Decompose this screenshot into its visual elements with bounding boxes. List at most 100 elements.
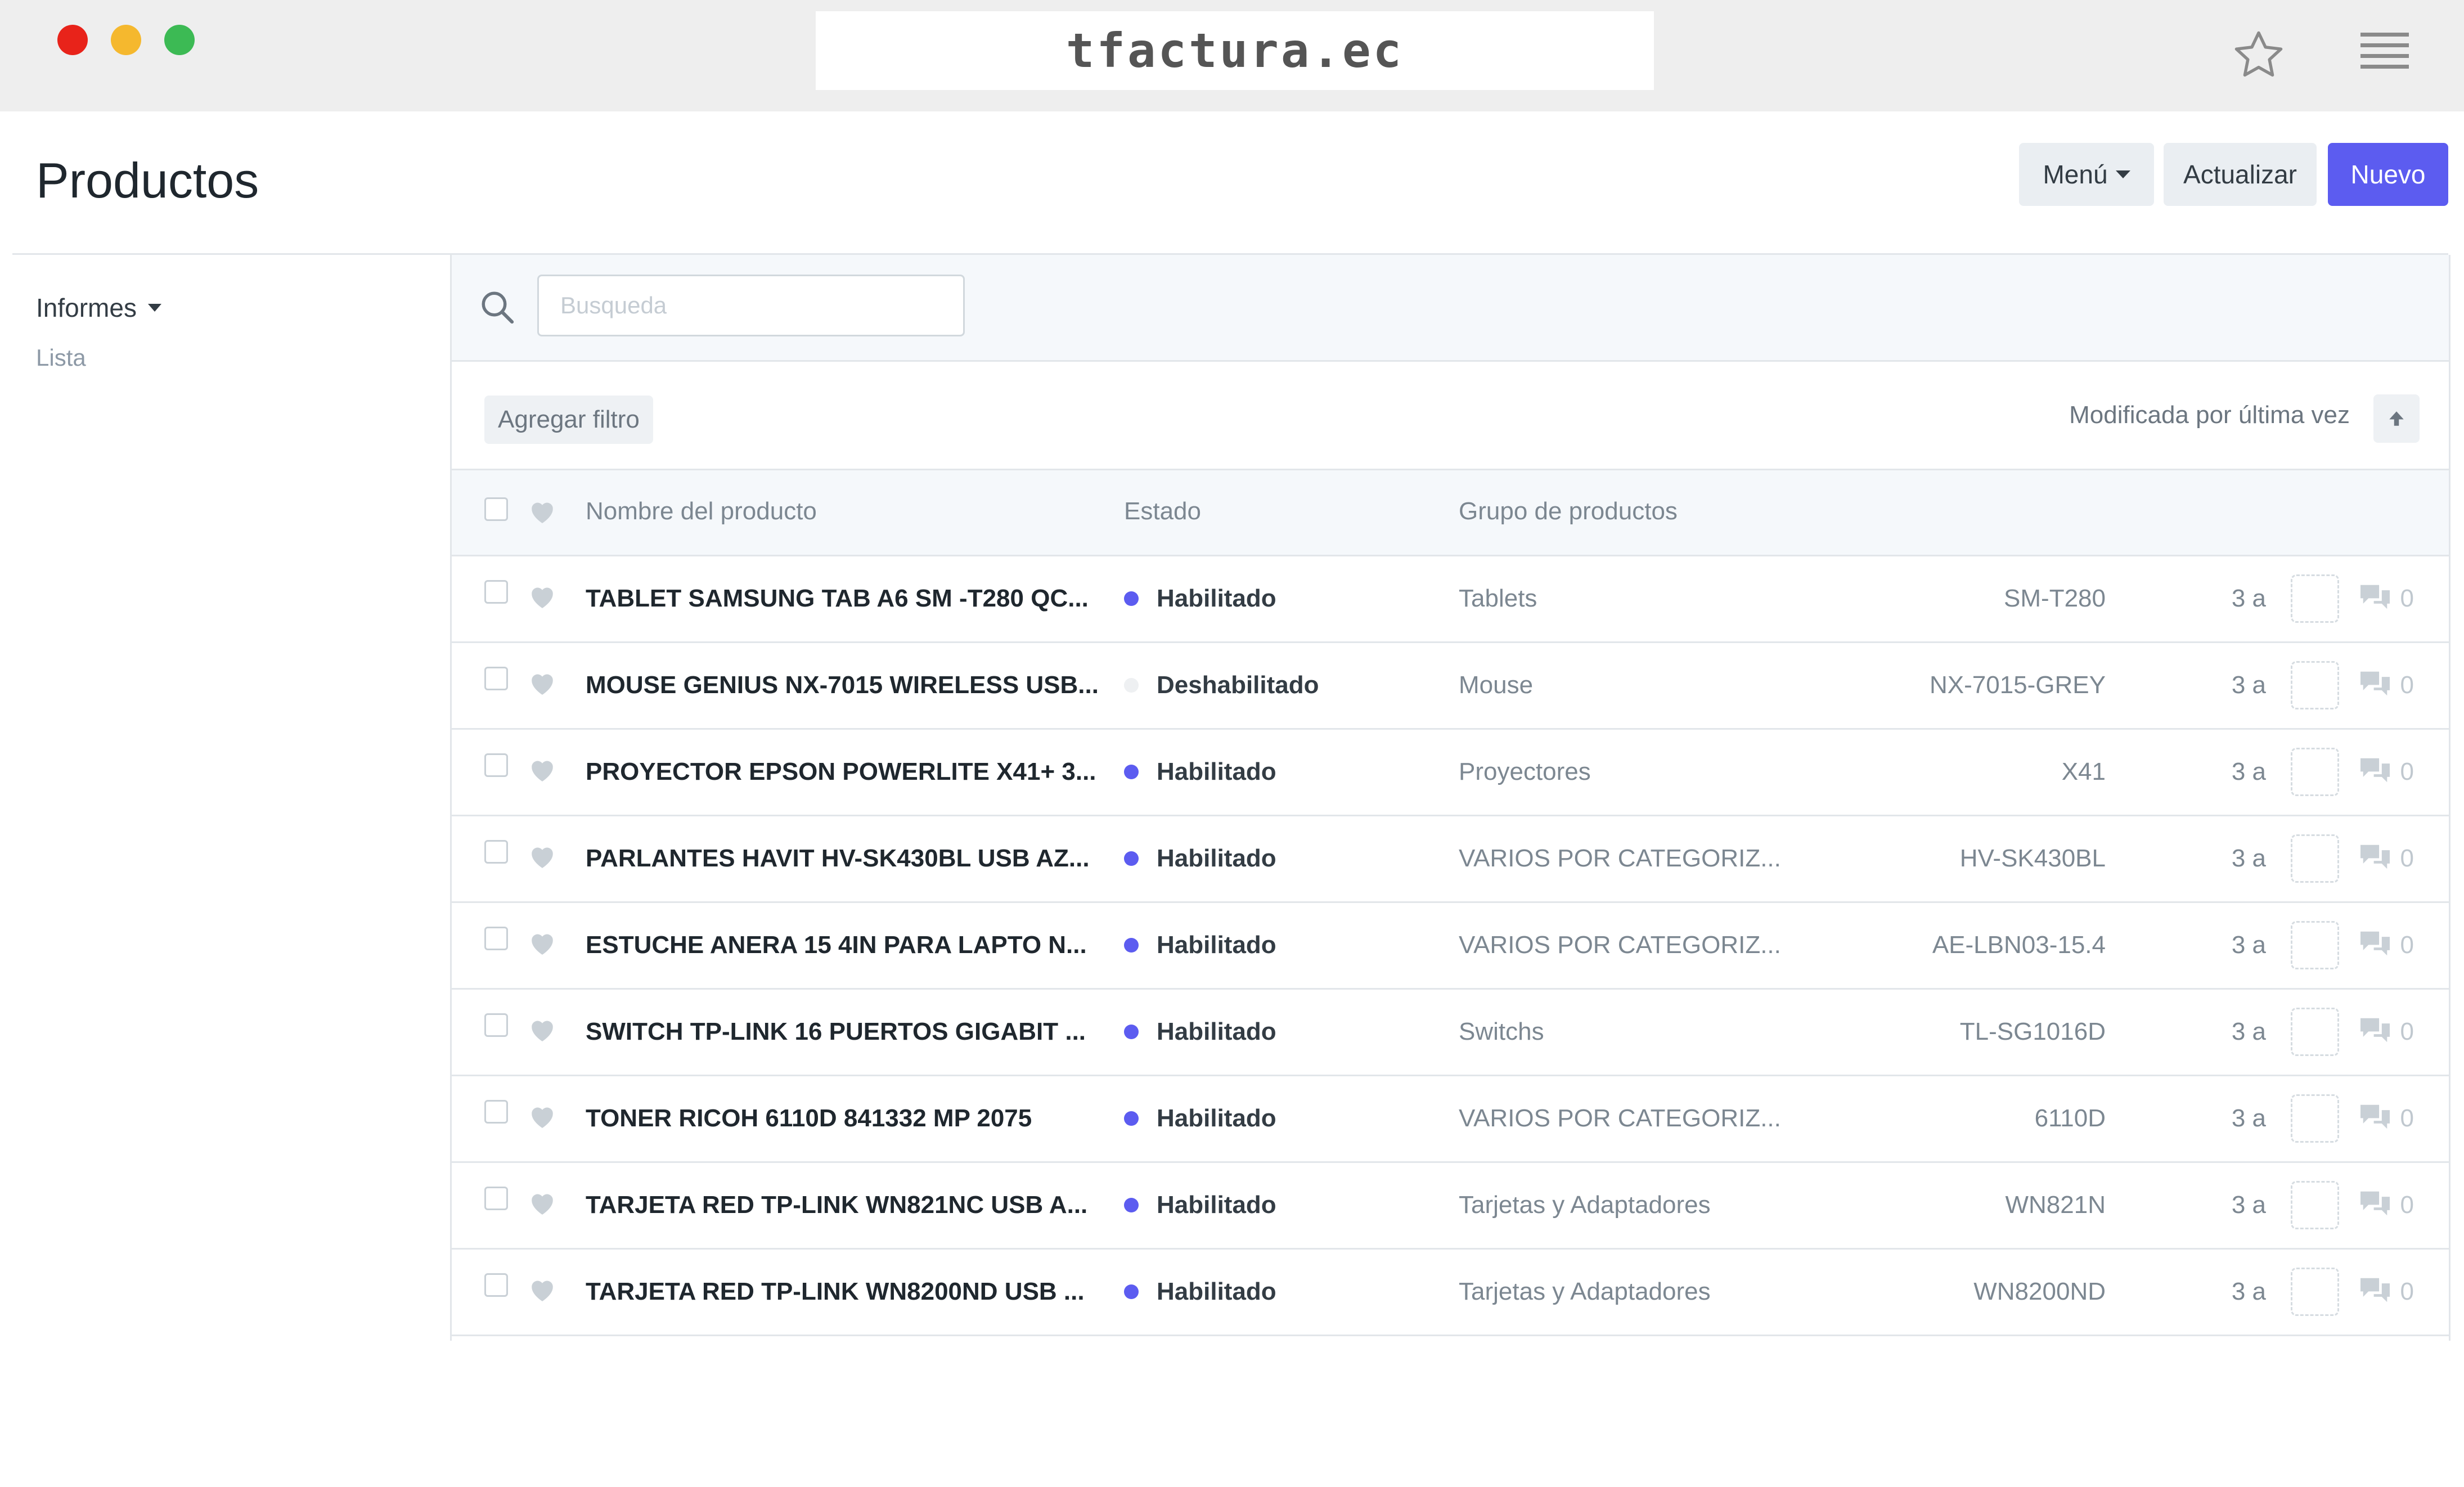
row-checkbox[interactable] — [484, 580, 508, 604]
product-name-link[interactable]: MOUSE GENIUS NX-7015 WIRELESS USB... — [586, 671, 1099, 699]
modified-age-cell: 3 a — [2231, 1191, 2266, 1219]
table-row[interactable]: PROYECTOR EPSON POWERLITE X41+ 3... Habil… — [452, 730, 2449, 816]
minimize-window-icon[interactable] — [111, 25, 141, 55]
new-button[interactable]: Nuevo — [2328, 143, 2448, 206]
list-header-row: Nombre del producto Estado Grupo de prod… — [452, 470, 2449, 556]
column-header-name[interactable]: Nombre del producto — [586, 497, 817, 525]
table-row[interactable]: ESTUCHE ANERA 15 4IN PARA LAPTO N... Habi… — [452, 903, 2449, 990]
arrow-up-icon — [2389, 411, 2404, 426]
column-header-group[interactable]: Grupo de productos — [1459, 497, 1678, 525]
heart-icon[interactable] — [528, 1277, 556, 1302]
product-code-cell: HV-SK430BL — [1959, 844, 2106, 872]
row-checkbox[interactable] — [484, 1013, 508, 1037]
heart-icon[interactable] — [528, 498, 556, 524]
status-indicator: Habilitado — [1124, 844, 1276, 873]
address-bar-url: tfactura.ec — [1065, 23, 1404, 78]
address-bar[interactable]: tfactura.ec — [816, 11, 1654, 90]
product-name-link[interactable]: PROYECTOR EPSON POWERLITE X41+ 3... — [586, 758, 1096, 786]
avatar-placeholder — [2291, 1008, 2339, 1056]
avatar-placeholder — [2291, 1268, 2339, 1316]
sidebar-reports-dropdown[interactable]: Informes — [36, 293, 161, 323]
comment-icon[interactable] — [2358, 1102, 2393, 1131]
row-checkbox[interactable] — [484, 753, 508, 777]
avatar-placeholder — [2291, 1181, 2339, 1229]
heart-icon[interactable] — [528, 583, 556, 609]
modified-age-cell: 3 a — [2231, 585, 2266, 612]
product-group-cell: Tarjetas y Adaptadores — [1459, 1191, 1711, 1219]
heart-icon[interactable] — [528, 670, 556, 696]
sort-order-button[interactable] — [2373, 394, 2420, 443]
status-dot — [1124, 1198, 1139, 1212]
status-dot — [1124, 1025, 1139, 1039]
hamburger-icon[interactable] — [2360, 33, 2409, 72]
column-header-status[interactable]: Estado — [1124, 497, 1201, 525]
heart-icon[interactable] — [528, 1190, 556, 1216]
avatar-placeholder — [2291, 661, 2339, 709]
modified-age-cell: 3 a — [2231, 1018, 2266, 1045]
product-group-cell: VARIOS POR CATEGORIZ... — [1459, 844, 1781, 872]
avatar-placeholder — [2291, 834, 2339, 883]
table-row[interactable]: MOUSE GENIUS NX-7015 WIRELESS USB... Desh… — [452, 643, 2449, 730]
product-name-link[interactable]: TARJETA RED TP-LINK WN821NC USB A... — [586, 1191, 1087, 1219]
comment-icon[interactable] — [2358, 582, 2393, 612]
row-checkbox[interactable] — [484, 1187, 508, 1210]
status-indicator: Deshabilitado — [1124, 671, 1319, 699]
product-code-cell: X41 — [2061, 758, 2106, 785]
star-icon[interactable] — [2231, 27, 2287, 83]
product-list: TABLET SAMSUNG TAB A6 SM -T280 QC... Habi… — [452, 556, 2449, 1336]
table-row[interactable]: TABLET SAMSUNG TAB A6 SM -T280 QC... Habi… — [452, 556, 2449, 643]
heart-icon[interactable] — [528, 843, 556, 869]
product-code-cell: SM-T280 — [2004, 585, 2106, 612]
refresh-button[interactable]: Actualizar — [2164, 143, 2317, 206]
product-name-link[interactable]: ESTUCHE ANERA 15 4IN PARA LAPTO N... — [586, 931, 1087, 959]
product-name-link[interactable]: SWITCH TP-LINK 16 PUERTOS GIGABIT ... — [586, 1018, 1086, 1046]
table-row[interactable]: PARLANTES HAVIT HV-SK430BL USB AZ... Habi… — [452, 816, 2449, 903]
select-all-checkbox[interactable] — [484, 497, 508, 521]
heart-icon[interactable] — [528, 1103, 556, 1129]
search-icon — [482, 291, 514, 324]
row-checkbox[interactable] — [484, 1273, 508, 1297]
sort-by-selector[interactable]: Modificada por última vez — [2069, 401, 2350, 429]
heart-icon[interactable] — [528, 930, 556, 956]
comment-icon[interactable] — [2358, 756, 2393, 785]
table-row[interactable]: SWITCH TP-LINK 16 PUERTOS GIGABIT ... Hab… — [452, 990, 2449, 1076]
add-filter-button[interactable]: Agregar filtro — [484, 396, 653, 444]
product-name-link[interactable]: TARJETA RED TP-LINK WN8200ND USB ... — [586, 1278, 1085, 1306]
row-checkbox[interactable] — [484, 840, 508, 864]
comment-count: 0 — [2400, 844, 2414, 872]
product-name-link[interactable]: TABLET SAMSUNG TAB A6 SM -T280 QC... — [586, 585, 1089, 613]
table-row[interactable]: TARJETA RED TP-LINK WN8200ND USB ... Habi… — [452, 1250, 2449, 1336]
search-input[interactable] — [537, 275, 965, 336]
comment-icon[interactable] — [2358, 842, 2393, 871]
maximize-window-icon[interactable] — [164, 25, 195, 55]
row-checkbox[interactable] — [484, 667, 508, 690]
comment-icon[interactable] — [2358, 669, 2393, 698]
product-code-cell: TL-SG1016D — [1959, 1018, 2106, 1045]
comment-count: 0 — [2400, 1018, 2414, 1045]
close-window-icon[interactable] — [57, 25, 88, 55]
row-checkbox[interactable] — [484, 927, 508, 950]
product-group-cell: Switchs — [1459, 1018, 1544, 1045]
status-indicator: Habilitado — [1124, 1278, 1276, 1306]
comment-icon[interactable] — [2358, 929, 2393, 958]
status-label: Habilitado — [1157, 1278, 1276, 1305]
product-name-link[interactable]: TONER RICOH 6110D 841332 MP 2075 — [586, 1104, 1032, 1133]
comment-icon[interactable] — [2358, 1016, 2393, 1045]
product-group-cell: Tablets — [1459, 585, 1537, 612]
product-code-cell: NX-7015-GREY — [1929, 671, 2106, 699]
sidebar-item-list[interactable]: Lista — [36, 344, 86, 371]
row-checkbox[interactable] — [484, 1100, 508, 1124]
comment-count: 0 — [2400, 1278, 2414, 1305]
heart-icon[interactable] — [528, 757, 556, 783]
avatar-placeholder — [2291, 748, 2339, 796]
heart-icon[interactable] — [528, 1017, 556, 1043]
comment-icon[interactable] — [2358, 1275, 2393, 1305]
table-row[interactable]: TONER RICOH 6110D 841332 MP 2075 Habilita… — [452, 1076, 2449, 1163]
status-label: Habilitado — [1157, 844, 1276, 872]
table-row[interactable]: TARJETA RED TP-LINK WN821NC USB A... Habi… — [452, 1163, 2449, 1250]
menu-dropdown-button[interactable]: Menú — [2019, 143, 2154, 206]
product-name-link[interactable]: PARLANTES HAVIT HV-SK430BL USB AZ... — [586, 844, 1090, 873]
comment-icon[interactable] — [2358, 1189, 2393, 1218]
status-dot — [1124, 765, 1139, 779]
avatar-placeholder — [2291, 1094, 2339, 1143]
